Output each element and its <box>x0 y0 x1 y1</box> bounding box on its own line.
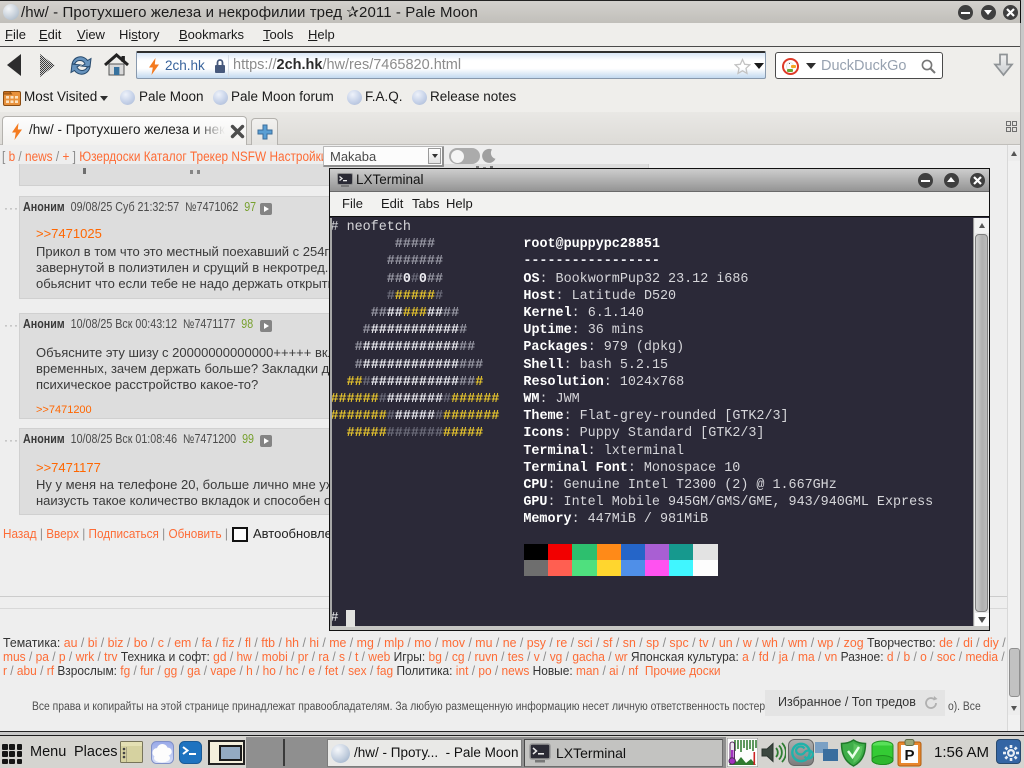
svg-text:P: P <box>904 747 914 764</box>
